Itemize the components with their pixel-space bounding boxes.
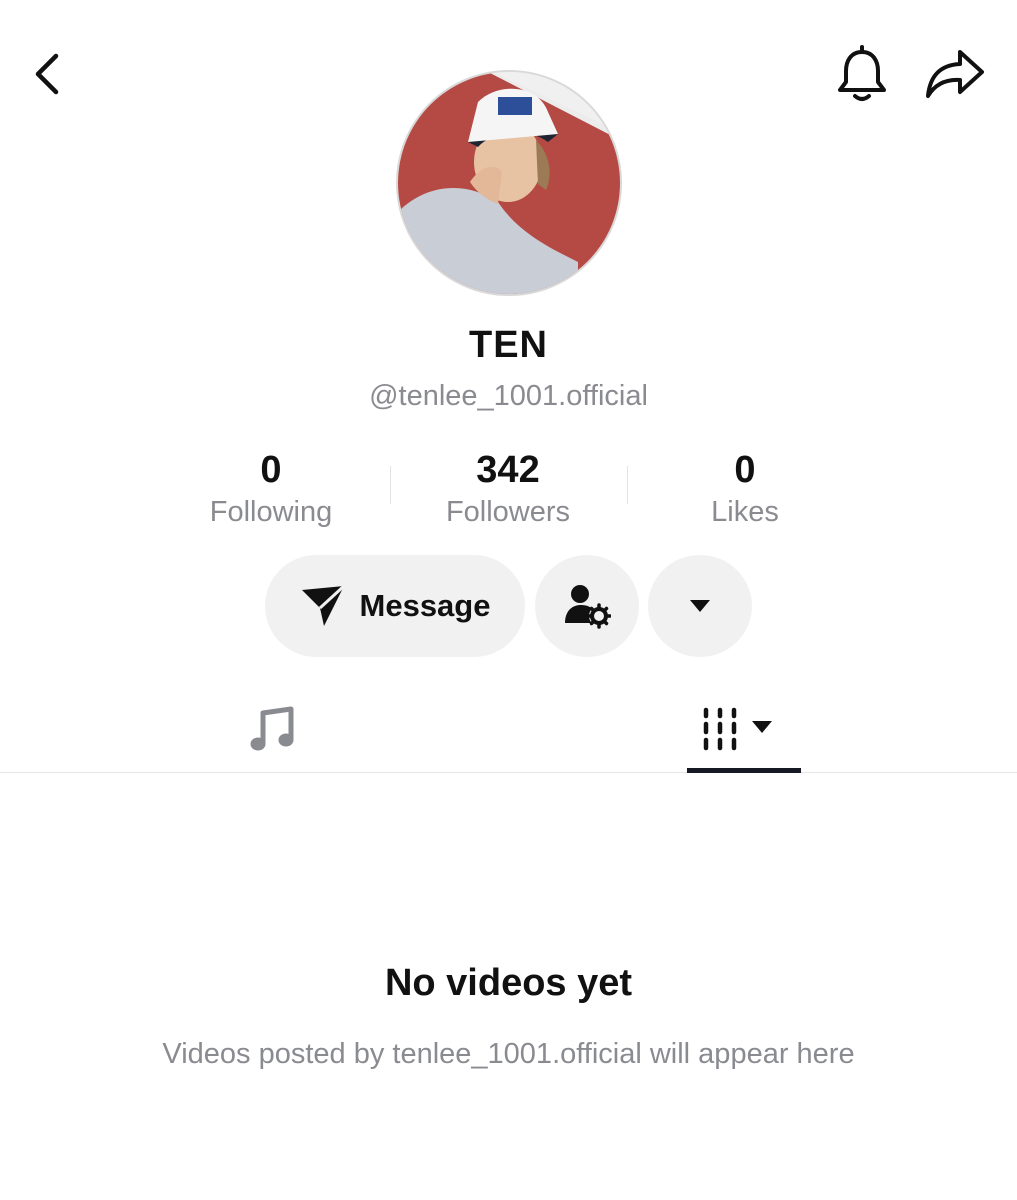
tab-music[interactable] [200, 684, 344, 774]
caret-down-icon [752, 721, 772, 733]
divider [390, 466, 391, 504]
divider [627, 466, 628, 504]
video-grid-icon [703, 707, 772, 751]
username: @tenlee_1001.official [369, 380, 648, 412]
tabs-divider [0, 772, 1017, 773]
stat-following[interactable]: 0 Following [171, 448, 371, 534]
more-options-button[interactable] [648, 555, 752, 657]
profile-page: TEN @tenlee_1001.official 0 Following 34… [0, 0, 1017, 1200]
message-button[interactable]: Message [265, 555, 525, 657]
music-note-icon [250, 706, 294, 751]
message-label: Message [359, 588, 491, 623]
avatar[interactable] [396, 70, 622, 296]
stat-label: Followers [445, 496, 571, 528]
stat-value: 342 [476, 449, 540, 491]
stat-label: Following [209, 496, 333, 528]
notification-button[interactable] [834, 44, 890, 104]
profile-photo [398, 72, 620, 294]
empty-state-title: No videos yet [384, 962, 633, 1004]
caret-down-icon [690, 600, 710, 612]
bell-icon [838, 45, 886, 101]
active-tab-indicator [687, 768, 801, 773]
user-gear-icon [565, 585, 611, 629]
stat-likes[interactable]: 0 Likes [645, 448, 845, 534]
send-icon [301, 584, 345, 626]
stat-followers[interactable]: 342 Followers [408, 448, 608, 534]
stat-value: 0 [734, 449, 756, 491]
share-arrow-icon [926, 50, 984, 98]
empty-state-subtitle: Videos posted by tenlee_1001.official wi… [162, 1038, 855, 1070]
share-button[interactable] [924, 46, 988, 102]
display-name: TEN [469, 324, 548, 366]
stat-label: Likes [711, 496, 779, 528]
stat-value: 0 [260, 449, 282, 491]
chevron-left-icon [35, 53, 59, 95]
back-button[interactable] [28, 50, 68, 98]
tab-videos[interactable] [686, 684, 802, 774]
profile-settings-button[interactable] [535, 555, 639, 657]
